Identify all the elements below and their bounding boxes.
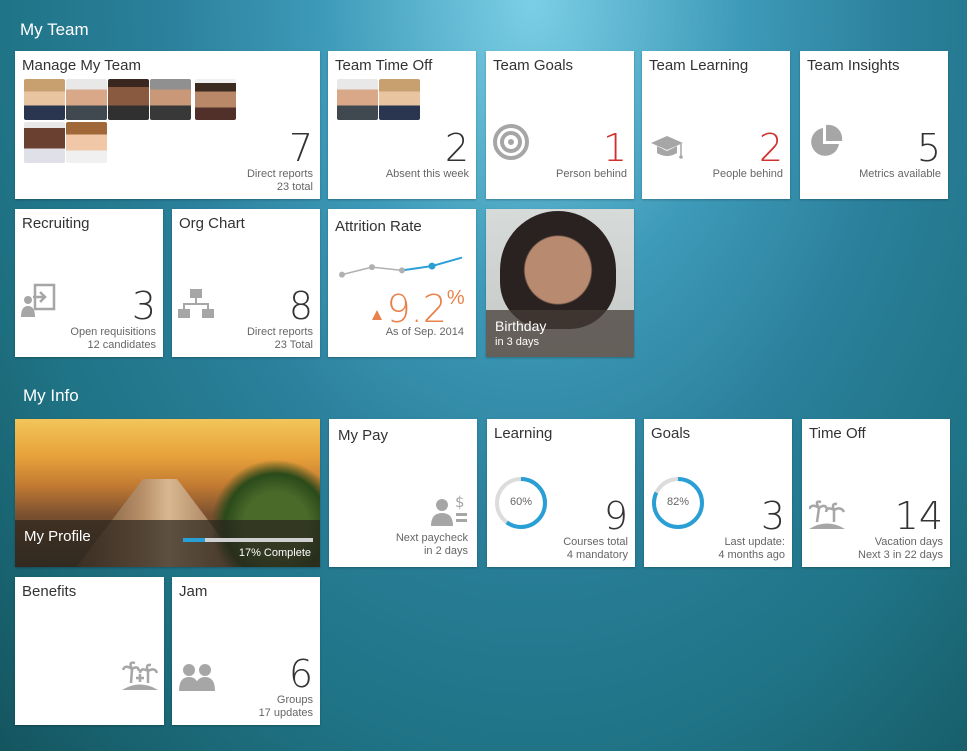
goals-ring-label: 82% bbox=[666, 496, 690, 508]
tile-subtext: Metrics available bbox=[859, 168, 941, 180]
tile-subtext: As of Sep. 2014 bbox=[385, 326, 464, 338]
pie-chart-icon bbox=[811, 124, 843, 156]
benefits-island-icon bbox=[122, 661, 158, 690]
tile-team-learning[interactable]: Team Learning 2 People behind bbox=[642, 51, 790, 199]
sparkline-segment bbox=[431, 256, 463, 268]
group-people-icon bbox=[179, 664, 215, 691]
vacation-days-count: 14 bbox=[894, 494, 943, 538]
sparkline-point bbox=[369, 264, 375, 271]
attrition-sparkline bbox=[339, 256, 463, 278]
sparkline-point bbox=[399, 267, 405, 274]
profile-overlay: My Profile 17% Complete bbox=[15, 520, 320, 567]
profile-title: My Profile bbox=[24, 528, 91, 545]
tile-title: Goals bbox=[651, 425, 691, 442]
sparkline-segment bbox=[371, 266, 403, 272]
tile-subtext: Open requisitions 12 candidates bbox=[70, 326, 156, 351]
learning-ring-label: 60% bbox=[509, 496, 533, 508]
metrics-count: 5 bbox=[916, 126, 941, 170]
profile-progress-track bbox=[183, 538, 313, 542]
sparkline-point bbox=[339, 271, 345, 278]
tile-subtext: Next paycheck in 2 days bbox=[395, 532, 468, 557]
tile-recruiting[interactable]: Recruiting 3 Open requisitions 12 candid… bbox=[15, 209, 163, 357]
avatar bbox=[66, 79, 107, 120]
tile-title: Recruiting bbox=[22, 215, 90, 232]
learning-behind-count: 2 bbox=[758, 126, 783, 170]
pay-person-dollar-icon: $ bbox=[431, 493, 467, 526]
section-title-my-team: My Team bbox=[20, 20, 89, 39]
tile-title: Org Chart bbox=[179, 215, 245, 232]
avatar bbox=[337, 79, 378, 120]
org-chart-icon bbox=[178, 289, 214, 318]
tile-team-goals[interactable]: Team Goals 1 Person behind bbox=[486, 51, 634, 199]
tile-goals[interactable]: Goals 82% 3 Last update: 4 months ago bbox=[644, 419, 792, 567]
tile-title: Team Insights bbox=[807, 57, 900, 74]
tile-my-pay[interactable]: My Pay $ Next paycheck in 2 days bbox=[329, 419, 477, 567]
tile-attrition-rate[interactable]: Attrition Rate 9.2% As of Sep. 2014 bbox=[328, 209, 476, 357]
tile-learning[interactable]: Learning 60% 9 Courses total 4 mandatory bbox=[487, 419, 635, 567]
avatar bbox=[24, 79, 65, 120]
tile-subtext: Vacation days Next 3 in 22 days bbox=[858, 536, 943, 561]
birthday-subtext: in 3 days bbox=[495, 336, 540, 348]
avatar bbox=[195, 79, 236, 120]
tile-title: Team Goals bbox=[493, 57, 574, 74]
avatar bbox=[66, 122, 107, 163]
org-direct-reports-count: 8 bbox=[288, 284, 313, 328]
courses-count: 9 bbox=[603, 494, 628, 538]
tile-time-off[interactable]: Time Off 14 Vacation days Next 3 in 22 d… bbox=[802, 419, 950, 567]
tile-benefits[interactable]: Benefits bbox=[15, 577, 164, 725]
sparkline-segment bbox=[401, 265, 433, 272]
tile-title: Team Learning bbox=[649, 57, 749, 74]
tile-subtext: Courses total 4 mandatory bbox=[563, 536, 628, 561]
tile-title: Time Off bbox=[809, 425, 866, 442]
candidate-handoff-icon bbox=[21, 283, 56, 317]
tile-title: Benefits bbox=[22, 583, 77, 600]
tile-title: Manage My Team bbox=[22, 57, 141, 74]
profile-progress-label: 17% Complete bbox=[238, 547, 311, 559]
tile-subtext: Person behind bbox=[556, 168, 627, 180]
svg-text:$: $ bbox=[455, 493, 465, 511]
tile-subtext: Groups 17 updates bbox=[258, 694, 313, 719]
goals-count: 3 bbox=[760, 494, 785, 538]
direct-reports-count: 7 bbox=[288, 126, 313, 170]
attrition-value-row: 9.2% bbox=[372, 287, 465, 331]
tile-title: Attrition Rate bbox=[335, 218, 422, 235]
tile-title: Jam bbox=[179, 583, 208, 600]
groups-count: 6 bbox=[288, 652, 313, 696]
absent-count: 2 bbox=[444, 126, 469, 170]
avatar bbox=[108, 79, 149, 120]
tile-org-chart[interactable]: Org Chart 8 Direct reports 23 Total bbox=[172, 209, 320, 357]
attrition-value: 9.2 bbox=[386, 287, 447, 331]
avatar bbox=[379, 79, 420, 120]
tile-jam[interactable]: Jam 6 Groups 17 updates bbox=[172, 577, 320, 725]
open-requisitions-count: 3 bbox=[131, 284, 156, 328]
tile-team-insights[interactable]: Team Insights 5 Metrics available bbox=[800, 51, 948, 199]
tile-title: Learning bbox=[494, 425, 553, 442]
birthday-title: Birthday bbox=[495, 318, 547, 334]
tile-my-profile[interactable]: My Profile 17% Complete bbox=[15, 419, 320, 567]
avatar bbox=[24, 122, 65, 163]
tile-birthday[interactable]: Birthday in 3 days bbox=[486, 209, 634, 357]
tile-team-time-off[interactable]: Team Time Off 2 Absent this week bbox=[328, 51, 476, 199]
section-title-my-info: My Info bbox=[23, 386, 79, 405]
palm-island-icon bbox=[809, 500, 845, 529]
target-icon bbox=[493, 124, 529, 160]
tile-title: My Pay bbox=[338, 427, 389, 444]
avatar bbox=[150, 79, 191, 120]
tile-manage-my-team[interactable]: Manage My Team 7 Direct reports 23 total bbox=[15, 51, 320, 199]
tile-title: Team Time Off bbox=[335, 57, 433, 74]
tile-subtext: Absent this week bbox=[385, 168, 469, 180]
trend-up-icon bbox=[372, 310, 382, 320]
graduation-cap-icon bbox=[651, 136, 683, 159]
sparkline-point bbox=[428, 262, 436, 270]
profile-progress-fill bbox=[183, 538, 206, 542]
birthday-overlay: Birthday in 3 days bbox=[486, 310, 634, 357]
sparkline-segment bbox=[341, 266, 373, 276]
tile-subtext: Last update: 4 months ago bbox=[718, 536, 785, 561]
tile-subtext: Direct reports 23 total bbox=[246, 168, 313, 193]
attrition-unit: % bbox=[446, 287, 465, 309]
tile-subtext: Direct reports 23 Total bbox=[246, 326, 313, 351]
goals-behind-count: 1 bbox=[602, 126, 627, 170]
tile-subtext: People behind bbox=[712, 168, 783, 180]
